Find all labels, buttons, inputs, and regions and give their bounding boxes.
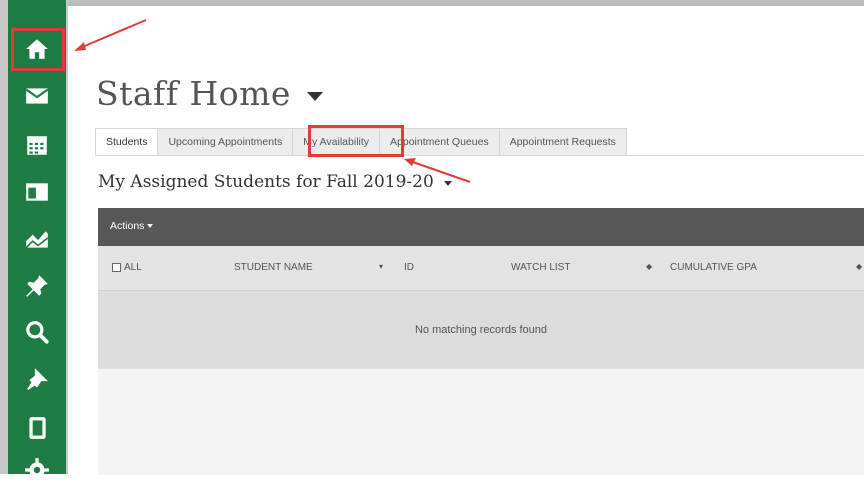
watch-list-sort[interactable]: ◆ <box>646 262 652 271</box>
column-label: STUDENT NAME <box>234 262 313 273</box>
sidebar-item-calendar[interactable] <box>8 125 66 165</box>
gpa-sort[interactable]: ◆ <box>856 262 862 271</box>
column-header-student-name[interactable]: STUDENT NAME <box>234 262 313 273</box>
column-header-watch-list[interactable]: WATCH LIST <box>511 262 570 273</box>
top-border <box>68 0 864 6</box>
term-selector[interactable]: My Assigned Students for Fall 2019-20 <box>98 172 452 192</box>
tab-upcoming-appointments[interactable]: Upcoming Appointments <box>157 128 294 156</box>
column-header-id[interactable]: ID <box>404 262 414 273</box>
sort-icon[interactable]: ▾ <box>379 262 383 271</box>
sidebar-item-pins[interactable] <box>8 266 66 306</box>
tab-appointment-requests[interactable]: Appointment Requests <box>498 128 627 156</box>
sidebar-item-documents[interactable] <box>8 408 66 448</box>
column-header-cumulative-gpa[interactable]: CUMULATIVE GPA <box>670 262 757 273</box>
chevron-down-icon[interactable] <box>306 92 323 101</box>
sort-icon[interactable]: ◆ <box>646 262 652 271</box>
select-all-label: ALL <box>124 262 142 273</box>
sidebar-item-messages[interactable] <box>8 76 66 116</box>
student-name-sort[interactable]: ▾ <box>379 262 383 271</box>
actions-dropdown-button[interactable]: Actions <box>110 220 154 232</box>
home-highlight-box <box>11 28 65 71</box>
search-icon <box>26 321 49 344</box>
empty-message: No matching records found <box>414 324 548 336</box>
table-empty-row: No matching records found <box>98 290 864 369</box>
sidebar-item-settings[interactable] <box>8 450 66 490</box>
gear-icon <box>25 458 49 482</box>
arrow-to-home <box>74 19 147 51</box>
calendar-icon <box>27 136 47 155</box>
table-toolbar: Actions <box>98 208 864 246</box>
select-all-cell: ALL <box>112 262 142 273</box>
section-title: My Assigned Students for Fall 2019-20 <box>98 172 434 192</box>
caret-down-icon <box>443 181 452 186</box>
actions-label: Actions <box>110 220 145 232</box>
envelope-icon <box>25 88 49 104</box>
table-header: ALL STUDENT NAME ▾ ID WATCH LIST ◆ CUMUL… <box>98 246 864 290</box>
sidebar-item-pin[interactable] <box>8 359 66 399</box>
folder-icon <box>26 183 48 201</box>
pushpin-icon <box>26 275 48 297</box>
column-label: WATCH LIST <box>511 262 571 273</box>
caret-down-icon <box>147 224 154 228</box>
tab-students[interactable]: Students <box>95 128 159 156</box>
sidebar-item-reports[interactable] <box>8 219 66 259</box>
column-label: ID <box>404 262 414 273</box>
sidebar-item-search[interactable] <box>8 312 66 352</box>
chart-icon <box>25 231 49 249</box>
my-availability-highlight-box <box>308 125 404 157</box>
pin-icon <box>27 368 48 390</box>
tab-divider <box>96 155 864 156</box>
page-title-text: Staff Home <box>96 74 291 113</box>
column-label: CUMULATIVE GPA <box>670 262 757 273</box>
document-icon <box>29 417 46 439</box>
sort-icon[interactable]: ◆ <box>856 262 862 271</box>
sidebar-item-folders[interactable] <box>8 172 66 212</box>
page-title[interactable]: Staff Home <box>96 74 323 113</box>
table-footer-area <box>98 368 864 475</box>
select-all-checkbox[interactable] <box>112 263 121 272</box>
